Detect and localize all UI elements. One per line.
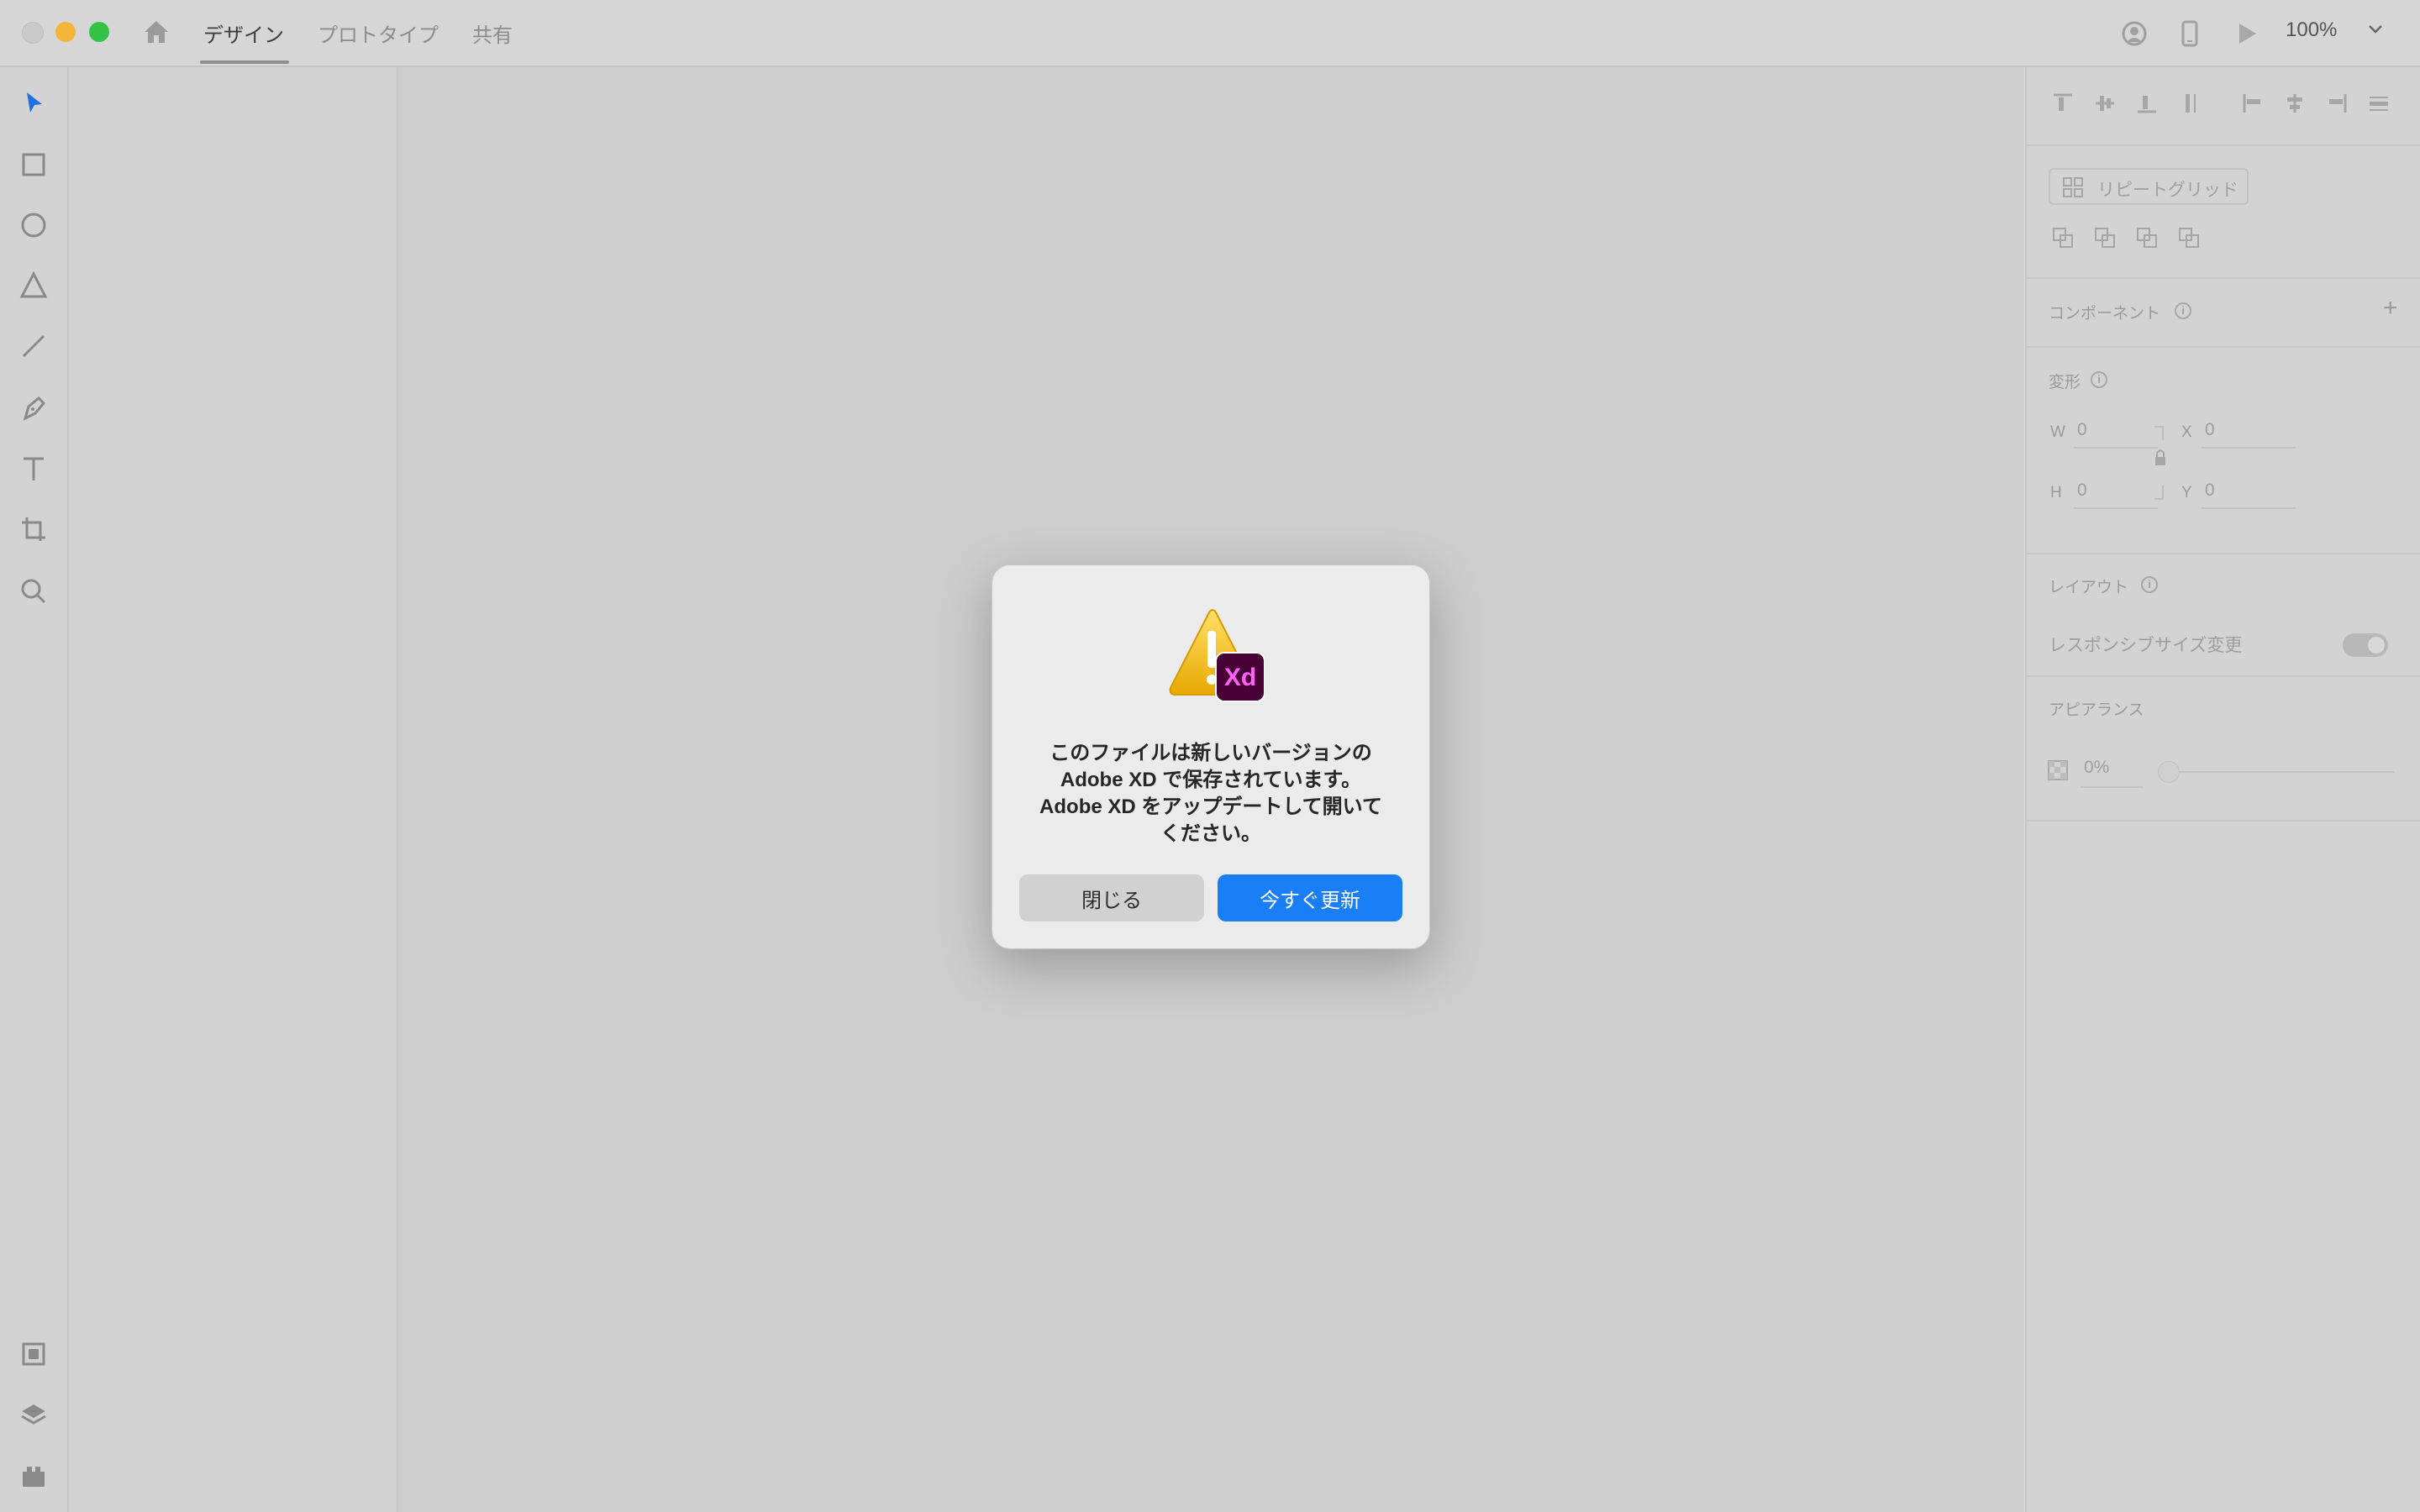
title-bar: デザイン プロトタイプ 共有 100% [0, 0, 2420, 67]
close-button[interactable]: 閉じる [1019, 874, 1204, 921]
pen-tool-icon[interactable] [17, 391, 50, 425]
boolean-intersect-icon[interactable] [2134, 225, 2160, 250]
xd-badge-text: Xd [1224, 664, 1256, 691]
boolean-subtract-icon[interactable] [2092, 225, 2118, 250]
align-top-icon[interactable] [2050, 91, 2075, 116]
assets-panel-icon[interactable] [17, 1337, 50, 1371]
panel-divider [2027, 675, 2420, 677]
line-tool-icon[interactable] [17, 329, 50, 363]
tab-design[interactable]: デザイン [203, 18, 284, 48]
add-component-button[interactable]: + [2383, 294, 2398, 323]
width-input[interactable]: 0 [2077, 420, 2087, 440]
info-icon[interactable]: i [2175, 302, 2191, 319]
select-tool-icon[interactable] [17, 86, 50, 119]
update-required-dialog: Xd このファイルは新しいバージョンの Adobe XD で保存されています。 … [992, 564, 1430, 949]
zoom-tool-icon[interactable] [17, 575, 50, 608]
chevron-down-icon[interactable] [2366, 20, 2385, 39]
layers-panel [69, 67, 398, 1512]
x-underline [2202, 447, 2296, 449]
repeat-grid-icon [2063, 177, 2083, 197]
panel-divider [2027, 144, 2420, 146]
opacity-slider-handle[interactable] [2158, 761, 2180, 783]
dialog-message: このファイルは新しいバージョンの Adobe XD で保存されています。 Ado… [1018, 740, 1404, 848]
info-icon[interactable]: i [2141, 576, 2158, 593]
y-underline [2202, 507, 2296, 509]
property-inspector: リピートグリッド コンポーネント i + 変形 i W 0 X 0 H 0 Y … [2025, 67, 2420, 1512]
y-input[interactable]: 0 [2205, 480, 2215, 501]
dialog-message-line: ください。 [1160, 822, 1261, 845]
width-label: W [2050, 423, 2065, 441]
panel-divider [2027, 820, 2420, 822]
opacity-icon [2048, 760, 2068, 780]
update-now-button[interactable]: 今すぐ更新 [1218, 874, 1402, 921]
adobe-xd-window: デザイン プロトタイプ 共有 100% リピートグリッド コンポーネント i +… [0, 0, 2420, 1512]
component-section-label: コンポーネント [2049, 305, 2161, 323]
play-preview-icon[interactable] [2232, 18, 2262, 49]
y-label: Y [2181, 484, 2192, 501]
height-input[interactable]: 0 [2077, 480, 2087, 501]
zoom-level[interactable]: 100% [2286, 18, 2337, 42]
tab-share[interactable]: 共有 [472, 18, 513, 48]
layers-panel-icon[interactable] [17, 1398, 50, 1431]
rectangle-tool-icon[interactable] [17, 148, 50, 181]
opacity-underline [2081, 786, 2143, 788]
user-account-icon[interactable] [2119, 18, 2149, 49]
distribute-horizontal-icon[interactable] [2366, 91, 2391, 116]
panel-divider [2027, 277, 2420, 279]
window-close-button[interactable] [22, 22, 44, 44]
responsive-resize-label: レスポンシブサイズ変更 [2049, 636, 2243, 655]
x-input[interactable]: 0 [2205, 420, 2215, 440]
layout-section-label: レイアウト [2049, 579, 2129, 596]
window-maximize-button[interactable] [89, 22, 109, 42]
boolean-exclude-icon[interactable] [2176, 225, 2202, 250]
warning-xd-icon: Xd [1169, 609, 1265, 702]
responsive-resize-toggle[interactable] [2343, 633, 2388, 657]
x-label: X [2181, 423, 2192, 441]
info-icon[interactable]: i [2091, 371, 2107, 388]
repeat-grid-label: リピートグリッド [2097, 181, 2238, 200]
opacity-input[interactable]: 0% [2084, 758, 2109, 778]
panel-divider [2027, 346, 2420, 348]
ellipse-tool-icon[interactable] [17, 208, 50, 242]
transform-section-label: 変形 [2049, 374, 2081, 391]
dialog-message-line: このファイルは新しいバージョンの [1050, 742, 1372, 764]
align-center-icon[interactable] [2282, 91, 2307, 116]
device-preview-icon[interactable] [2175, 18, 2205, 49]
repeat-grid-button[interactable]: リピートグリッド [2049, 168, 2249, 205]
panel-divider [2027, 553, 2420, 554]
align-left-icon[interactable] [2240, 91, 2265, 116]
boolean-add-icon[interactable] [2050, 225, 2075, 250]
plugins-panel-icon[interactable] [17, 1458, 50, 1492]
width-underline [2074, 447, 2158, 449]
height-label: H [2050, 484, 2062, 501]
distribute-vertical-icon[interactable] [2176, 91, 2202, 116]
align-bottom-icon[interactable] [2134, 91, 2160, 116]
opacity-slider-track[interactable] [2168, 771, 2395, 773]
align-middle-icon[interactable] [2092, 91, 2118, 116]
dialog-message-line: Adobe XD をアップデートして開いて [1039, 795, 1382, 818]
lock-aspect-icon[interactable] [2151, 425, 2170, 501]
tab-prototype[interactable]: プロトタイプ [318, 18, 439, 48]
dialog-message-line: Adobe XD で保存されています。 [1060, 769, 1362, 791]
height-underline [2074, 507, 2158, 509]
polygon-tool-icon[interactable] [17, 269, 50, 302]
tool-bar [0, 67, 69, 1512]
text-tool-icon[interactable] [17, 452, 50, 486]
home-icon[interactable] [139, 15, 173, 49]
appearance-section-label: アピアランス [2049, 701, 2144, 719]
window-minimize-button[interactable] [55, 22, 76, 42]
active-tab-indicator [200, 60, 289, 64]
align-right-icon[interactable] [2324, 91, 2349, 116]
artboard-tool-icon[interactable] [17, 512, 50, 546]
